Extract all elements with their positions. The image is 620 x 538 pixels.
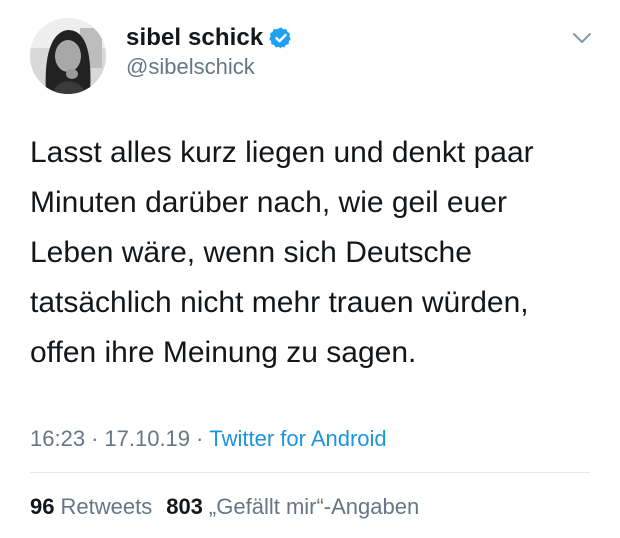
tweet-source-link[interactable]: Twitter for Android xyxy=(209,426,386,452)
tweet-text: Lasst alles kurz liegen und denkt paar M… xyxy=(30,136,534,369)
tweet-date[interactable]: 17.10.19 xyxy=(104,426,190,452)
author-handle[interactable]: @sibelschick xyxy=(126,54,255,80)
likes-stat[interactable]: 803 „Gefällt mir“-Angaben xyxy=(166,494,419,520)
retweets-stat[interactable]: 96 Retweets xyxy=(30,494,152,520)
avatar[interactable] xyxy=(30,18,106,94)
tweet-card: sibel schick @sibelschick Lasst alles ku… xyxy=(0,0,620,538)
divider xyxy=(30,472,590,473)
meta-separator: · xyxy=(196,426,204,451)
author-name-row[interactable]: sibel schick xyxy=(126,22,293,54)
verified-badge-icon xyxy=(269,27,292,49)
chevron-down-icon[interactable] xyxy=(570,30,594,46)
tweet-time[interactable]: 16:23 xyxy=(30,426,85,452)
likes-count: 803 xyxy=(166,494,203,519)
retweets-count: 96 xyxy=(30,494,55,519)
display-name[interactable]: sibel schick xyxy=(126,24,263,52)
meta-separator: · xyxy=(91,426,99,451)
tweet-stats: 96 Retweets 803 „Gefällt mir“-Angaben xyxy=(30,492,419,522)
avatar-photo xyxy=(30,18,106,94)
tweet-meta: 16:23 · 17.10.19 · Twitter for Android xyxy=(30,424,387,454)
likes-label: „Gefällt mir“-Angaben xyxy=(208,494,420,519)
retweets-label: Retweets xyxy=(60,494,153,519)
